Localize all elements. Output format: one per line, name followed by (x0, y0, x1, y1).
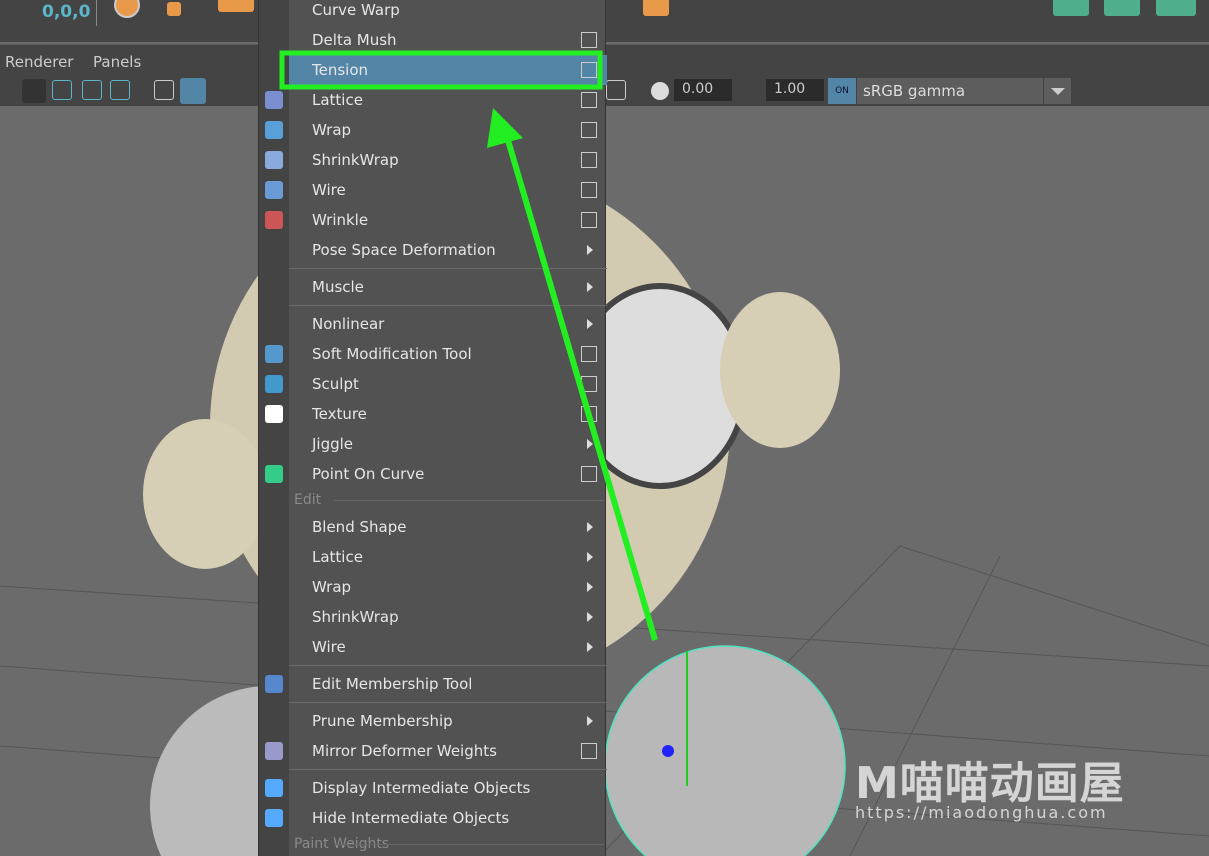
watermark: M喵喵动画屋 https://miaodonghua.com (855, 758, 1125, 823)
highlight-box (279, 50, 603, 90)
annotation-arrow (502, 129, 658, 641)
watermark-url: https://miaodonghua.com (855, 803, 1108, 823)
arrow-head (487, 108, 523, 148)
watermark-brand: M喵喵动画屋 (855, 758, 1125, 809)
annotation-overlay (279, 50, 658, 641)
